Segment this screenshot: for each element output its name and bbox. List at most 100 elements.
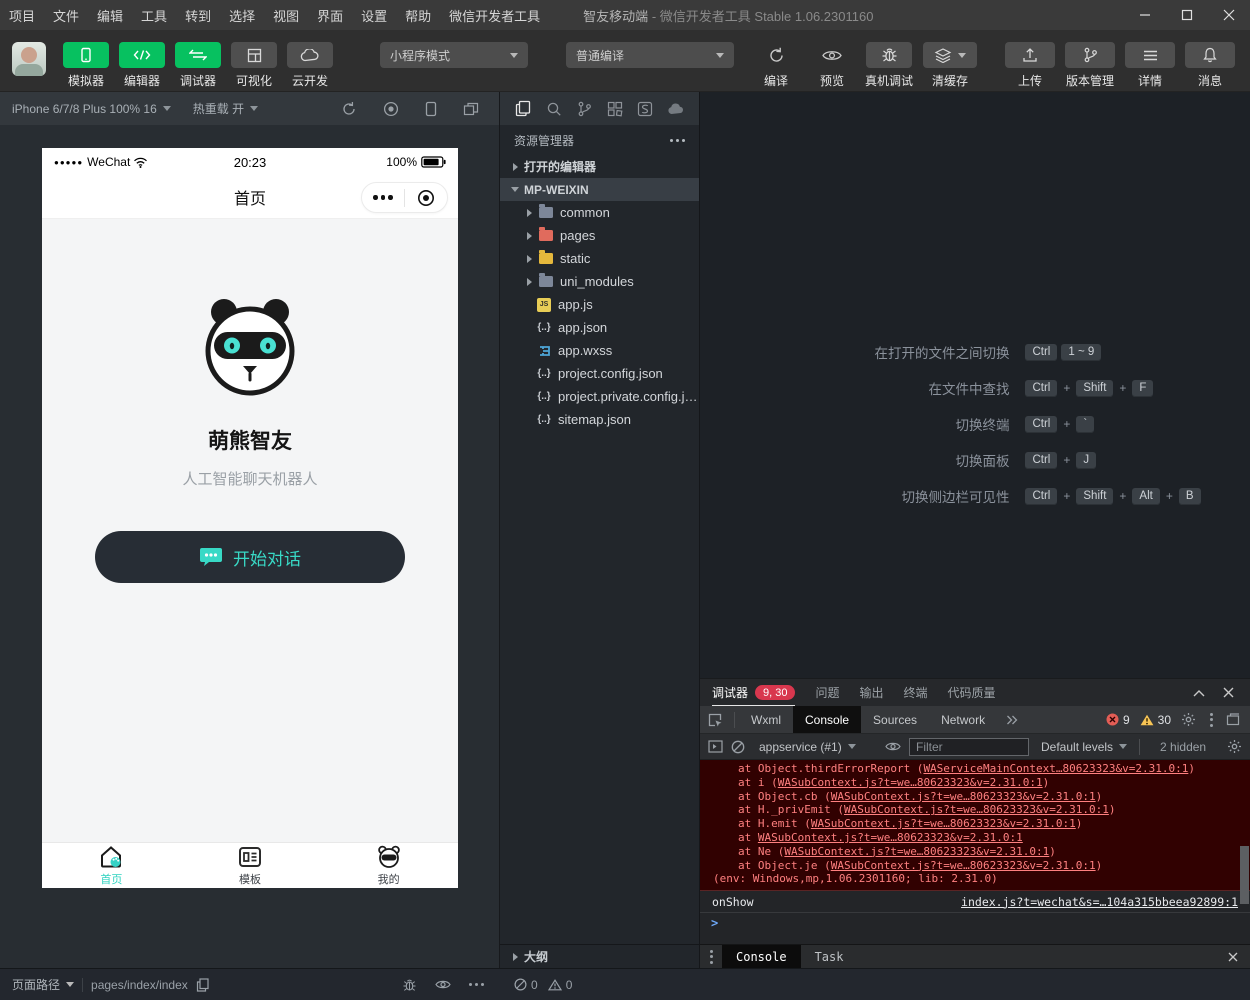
device-debug-button[interactable]: 真机调试 bbox=[865, 42, 913, 89]
drawer-tab-task[interactable]: Task bbox=[801, 945, 858, 968]
version-control-button[interactable]: 版本管理 bbox=[1065, 42, 1115, 89]
stack-link[interactable]: WAServiceMainContext…80623323&v=2.31.0:1 bbox=[923, 762, 1188, 775]
minimize-button[interactable] bbox=[1124, 0, 1166, 30]
file-project-private-config[interactable]: project.private.config.js... bbox=[500, 385, 699, 408]
message-button[interactable]: 消息 bbox=[1185, 42, 1235, 89]
source-control-icon[interactable] bbox=[573, 101, 595, 117]
hot-reload-toggle[interactable]: 热重载 开 bbox=[193, 100, 258, 117]
debugger-toggle-button[interactable]: 调试器 bbox=[175, 42, 221, 89]
more-tabs-icon[interactable] bbox=[997, 715, 1027, 725]
menu-tools[interactable]: 工具 bbox=[132, 0, 176, 30]
drawer-tab-console[interactable]: Console bbox=[722, 945, 801, 968]
mode-dropdown[interactable]: 小程序模式 bbox=[380, 42, 528, 68]
extensions-icon[interactable] bbox=[604, 101, 626, 117]
menu-help[interactable]: 帮助 bbox=[396, 0, 440, 30]
explorer-more-icon[interactable] bbox=[670, 139, 685, 142]
visibility-icon[interactable] bbox=[435, 979, 451, 990]
context-selector[interactable]: appservice (#1) bbox=[759, 740, 877, 754]
stack-link[interactable]: WASubContext.js?t=we…80623323&v=2.31.0:1 bbox=[778, 776, 1043, 789]
devtools-tab-wxml[interactable]: Wxml bbox=[739, 706, 793, 733]
stack-link[interactable]: WASubContext.js?t=we…80623323&v=2.31.0:1 bbox=[758, 831, 1023, 844]
tab-mine[interactable]: 我的 bbox=[319, 843, 458, 888]
tab-terminal[interactable]: 终端 bbox=[904, 679, 928, 706]
stack-link[interactable]: WASubContext.js?t=we…80623323&v=2.31.0:1 bbox=[811, 817, 1076, 830]
devtools-tab-sources[interactable]: Sources bbox=[861, 706, 929, 733]
folder-pages[interactable]: pages bbox=[500, 224, 699, 247]
tab-output[interactable]: 输出 bbox=[860, 679, 884, 706]
device-selector[interactable]: iPhone 6/7/8 Plus 100% 16 bbox=[12, 102, 171, 116]
console-sidebar-icon[interactable] bbox=[708, 740, 723, 753]
compile-button[interactable]: 编译 bbox=[753, 42, 799, 89]
collapse-panel-icon[interactable] bbox=[1193, 689, 1205, 697]
menu-devtools[interactable]: 微信开发者工具 bbox=[440, 0, 549, 30]
maximize-button[interactable] bbox=[1166, 0, 1208, 30]
menu-file[interactable]: 文件 bbox=[44, 0, 88, 30]
device-frame-icon[interactable] bbox=[425, 101, 437, 117]
tab-home[interactable]: 首页 bbox=[42, 843, 181, 888]
user-avatar[interactable] bbox=[12, 42, 46, 76]
exit-button[interactable] bbox=[405, 183, 447, 212]
eye-icon[interactable] bbox=[885, 741, 901, 752]
devtools-tab-console[interactable]: Console bbox=[793, 706, 861, 733]
devtools-menu-icon[interactable] bbox=[1206, 713, 1216, 727]
file-sitemap[interactable]: sitemap.json bbox=[500, 408, 699, 431]
cloud-paw-icon[interactable] bbox=[665, 102, 687, 115]
file-app-json[interactable]: app.json bbox=[500, 316, 699, 339]
stack-link[interactable]: WASubContext.js?t=we…80623323&v=2.31.0:1 bbox=[831, 859, 1096, 872]
problems-summary[interactable]: 0 0 bbox=[500, 978, 700, 992]
editor-toggle-button[interactable]: 编辑器 bbox=[119, 42, 165, 89]
stack-link[interactable]: WASubContext.js?t=we…80623323&v=2.31.0:1 bbox=[831, 790, 1096, 803]
files-icon[interactable] bbox=[512, 100, 534, 117]
close-button[interactable] bbox=[1208, 0, 1250, 30]
file-project-config[interactable]: project.config.json bbox=[500, 362, 699, 385]
menu-interface[interactable]: 界面 bbox=[308, 0, 352, 30]
menu-goto[interactable]: 转到 bbox=[176, 0, 220, 30]
file-app-wxss[interactable]: app.wxss bbox=[500, 339, 699, 362]
menu-settings[interactable]: 设置 bbox=[352, 0, 396, 30]
folder-static[interactable]: static bbox=[500, 247, 699, 270]
folder-uni-modules[interactable]: uni_modules bbox=[500, 270, 699, 293]
console-filter-input[interactable] bbox=[909, 738, 1029, 756]
open-editors-section[interactable]: 打开的编辑器 bbox=[500, 155, 699, 178]
drawer-handle-icon[interactable] bbox=[700, 950, 722, 964]
tab-debugger[interactable]: 调试器 9, 30 bbox=[712, 679, 795, 706]
folder-common[interactable]: common bbox=[500, 201, 699, 224]
devtools-settings-icon[interactable] bbox=[1181, 712, 1196, 727]
record-icon[interactable] bbox=[383, 101, 399, 117]
more-button[interactable] bbox=[362, 183, 404, 212]
upload-button[interactable]: 上传 bbox=[1005, 42, 1055, 89]
skyline-icon[interactable] bbox=[634, 101, 656, 117]
project-root[interactable]: MP-WEIXIN bbox=[500, 178, 699, 201]
cloud-dev-button[interactable]: 云开发 bbox=[287, 42, 333, 89]
log-levels-selector[interactable]: Default levels bbox=[1041, 740, 1127, 754]
tab-template[interactable]: 模板 bbox=[181, 843, 320, 888]
tab-code-quality[interactable]: 代码质量 bbox=[948, 679, 996, 706]
detail-button[interactable]: 详情 bbox=[1125, 42, 1175, 89]
devtools-tab-network[interactable]: Network bbox=[929, 706, 997, 733]
file-app-js[interactable]: app.js bbox=[500, 293, 699, 316]
copy-icon[interactable] bbox=[196, 978, 209, 992]
compile-mode-dropdown[interactable]: 普通编译 bbox=[566, 42, 734, 68]
status-more-icon[interactable] bbox=[469, 983, 484, 986]
simulator-toggle-button[interactable]: 模拟器 bbox=[63, 42, 109, 89]
clear-cache-button[interactable]: 清缓存 bbox=[923, 42, 977, 89]
console-prompt[interactable]: > bbox=[700, 913, 1250, 933]
drawer-close-icon[interactable] bbox=[1228, 952, 1250, 962]
close-panel-icon[interactable] bbox=[1223, 687, 1234, 698]
start-chat-button[interactable]: 开始对话 bbox=[95, 531, 405, 583]
console-settings-icon[interactable] bbox=[1227, 739, 1242, 754]
multi-window-icon[interactable] bbox=[463, 102, 479, 116]
preview-button[interactable]: 预览 bbox=[809, 42, 855, 89]
menu-edit[interactable]: 编辑 bbox=[88, 0, 132, 30]
source-link[interactable]: index.js?t=wechat&s=…104a315bbeea92899:1 bbox=[961, 895, 1238, 909]
menu-view[interactable]: 视图 bbox=[264, 0, 308, 30]
search-icon[interactable] bbox=[543, 101, 565, 117]
rotate-icon[interactable] bbox=[341, 101, 357, 117]
clear-console-icon[interactable] bbox=[731, 740, 745, 754]
stack-link[interactable]: WASubContext.js?t=we…80623323&v=2.31.0:1 bbox=[784, 845, 1049, 858]
visualize-toggle-button[interactable]: 可视化 bbox=[231, 42, 277, 89]
console-scrollbar[interactable] bbox=[1240, 846, 1249, 904]
outline-section[interactable]: 大纲 bbox=[500, 944, 699, 968]
stack-link[interactable]: WASubContext.js?t=we…80623323&v=2.31.0:1 bbox=[844, 803, 1109, 816]
inspect-element-icon[interactable] bbox=[700, 712, 730, 728]
